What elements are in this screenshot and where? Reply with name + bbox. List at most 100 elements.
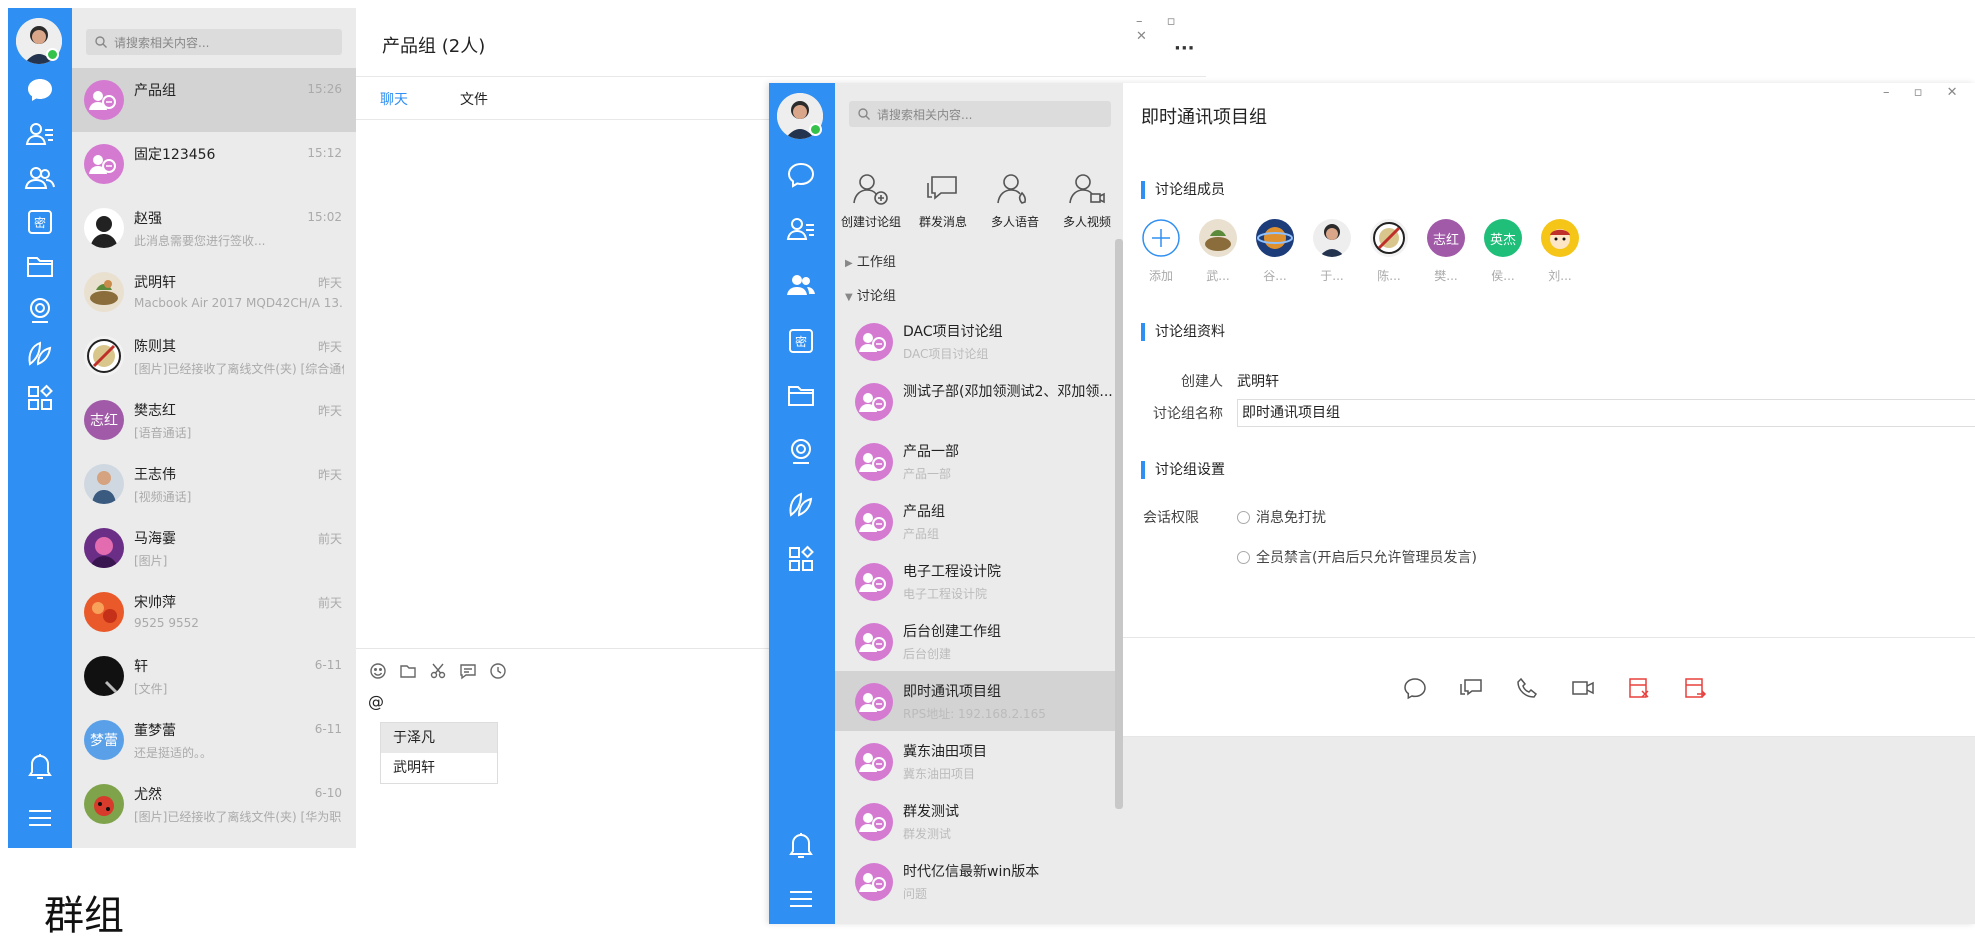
- notification-bell-icon[interactable]: [781, 825, 821, 865]
- messages-icon[interactable]: [781, 155, 821, 195]
- conversation-preview: 此消息需要您进行签收...: [134, 234, 266, 248]
- folder-icon[interactable]: [20, 246, 60, 286]
- tree-node-discussion[interactable]: ▼ 讨论组: [845, 285, 896, 304]
- group-item[interactable]: DAC项目讨论组 DAC项目讨论组: [835, 311, 1123, 371]
- screenshot-scissors-icon[interactable]: [428, 661, 448, 681]
- contacts-icon[interactable]: [781, 209, 821, 249]
- broadcast-icon[interactable]: [1457, 674, 1485, 702]
- contacts-icon[interactable]: [20, 114, 60, 154]
- secret-chat-icon[interactable]: 密: [20, 202, 60, 242]
- groups-icon[interactable]: [20, 158, 60, 198]
- exit-group-icon[interactable]: [1681, 674, 1709, 702]
- add-member-icon: [1142, 219, 1180, 257]
- window-controls[interactable]: – ▫ ✕: [1883, 85, 1967, 100]
- conversation-list: 请搜索相关内容... 产品组 15:26 固定123456 15:12 赵强 此消息需要您…: [72, 8, 356, 848]
- avatar: [84, 784, 124, 824]
- message-card-icon[interactable]: [458, 661, 478, 681]
- tab-chat[interactable]: 聊天: [380, 89, 408, 109]
- member-label: 谷...: [1263, 269, 1287, 283]
- conversation-item[interactable]: 产品组 15:26: [72, 68, 356, 132]
- phone-icon[interactable]: [1513, 674, 1541, 702]
- mention-option[interactable]: 于泽凡: [381, 723, 497, 753]
- avatar: [84, 272, 124, 312]
- emoji-icon[interactable]: [368, 661, 388, 681]
- groups-icon[interactable]: [781, 265, 821, 305]
- info-section-title: 讨论组资料: [1141, 323, 1225, 341]
- search-icon: [858, 108, 870, 120]
- group-item[interactable]: 测试子部(邓加领测试2、邓加领...: [835, 371, 1123, 431]
- group-preview: 电子工程设计院: [903, 587, 988, 601]
- member-item[interactable]: 英杰 侯...: [1483, 219, 1523, 284]
- messages-icon[interactable]: [20, 70, 60, 110]
- multi-video-button[interactable]: 多人视频: [1051, 169, 1123, 230]
- member-item[interactable]: 陈...: [1369, 219, 1409, 284]
- group-item[interactable]: 时代亿信最新win版本 问题: [835, 851, 1123, 911]
- group-avatar-icon: [855, 803, 893, 841]
- webcam-icon[interactable]: [781, 431, 821, 471]
- member-item[interactable]: 于...: [1312, 219, 1352, 284]
- more-button[interactable]: ···: [1174, 38, 1195, 59]
- group-name: 群发测试: [903, 804, 959, 820]
- conversation-item[interactable]: 尤然 [图片]已经接收了离线文件(夹) [华为职 6-10: [72, 772, 356, 836]
- conversation-item[interactable]: 陈则其 [图片]已经接收了离线文件(夹) [综合通信 昨天: [72, 324, 356, 388]
- broadcast-button[interactable]: 群发消息: [907, 169, 979, 230]
- create-group-icon: [853, 174, 888, 205]
- conversation-item[interactable]: 王志伟 [视频通话] 昨天: [72, 452, 356, 516]
- group-name-label: 讨论组名称: [1153, 406, 1223, 422]
- message-input[interactable]: @: [368, 692, 384, 711]
- group-item[interactable]: 后台创建工作组 后台创建: [835, 611, 1123, 671]
- radio-mute-all[interactable]: 全员禁言(开启后只允许管理员发言): [1237, 547, 1477, 567]
- menu-icon[interactable]: [781, 879, 821, 919]
- conversation-item[interactable]: 宋帅萍 9525 9552 前天: [72, 580, 356, 644]
- group-name: 测试子部(邓加领测试2、邓加领...: [903, 384, 1113, 400]
- history-clock-icon[interactable]: [488, 661, 508, 681]
- send-file-icon[interactable]: [398, 661, 418, 681]
- tab-files[interactable]: 文件: [460, 89, 488, 109]
- group-item[interactable]: 产品一部 产品一部: [835, 431, 1123, 491]
- group-item[interactable]: 产品组 产品组: [835, 491, 1123, 551]
- tree-node-workgroup[interactable]: ▶ 工作组: [845, 251, 896, 270]
- scrollbar[interactable]: [1115, 239, 1123, 809]
- search-box[interactable]: 请搜索相关内容...: [849, 101, 1111, 127]
- secret-chat-icon[interactable]: 密: [781, 321, 821, 361]
- chat-icon[interactable]: [1401, 674, 1429, 702]
- conversation-item[interactable]: 赵强 此消息需要您进行签收... 15:02: [72, 196, 356, 260]
- group-item[interactable]: 即时通讯项目组 RPS地址: 192.168.2.165: [835, 671, 1123, 731]
- conversation-item[interactable]: 固定123456 15:12: [72, 132, 356, 196]
- member-item[interactable]: 谷...: [1255, 219, 1295, 284]
- add-member-button[interactable]: 添加: [1141, 219, 1181, 284]
- radio-do-not-disturb[interactable]: 消息免打扰: [1237, 507, 1326, 527]
- notification-bell-icon[interactable]: [20, 746, 60, 786]
- apps-grid-icon[interactable]: [781, 539, 821, 579]
- group-name: 电子工程设计院: [903, 564, 1001, 580]
- group-name-input[interactable]: 即时通讯项目组: [1237, 399, 1975, 427]
- conversation-item[interactable]: 马海霎 [图片] 前天: [72, 516, 356, 580]
- group-item[interactable]: 冀东油田项目 冀东油田项目: [835, 731, 1123, 791]
- window-controls[interactable]: – ▫ ✕: [1136, 14, 1206, 44]
- conversation-item[interactable]: 梦蕾 董梦蕾 还是挺适的。。 6-11: [72, 708, 356, 772]
- conversation-name: 董梦蕾: [134, 723, 176, 739]
- member-item[interactable]: 志红 樊...: [1426, 219, 1466, 284]
- member-label: 添加: [1148, 269, 1173, 283]
- create-group-button[interactable]: 创建讨论组: [835, 169, 907, 230]
- menu-icon[interactable]: [20, 798, 60, 838]
- video-icon[interactable]: [1569, 674, 1597, 702]
- multi-voice-button[interactable]: 多人语音: [979, 169, 1051, 230]
- mention-option[interactable]: 武明轩: [381, 753, 497, 783]
- member-item[interactable]: 武...: [1198, 219, 1238, 284]
- conversation-preview: [图片]: [134, 554, 168, 568]
- leaf-app-icon[interactable]: [20, 334, 60, 374]
- member-item[interactable]: 刘...: [1540, 219, 1580, 284]
- group-item[interactable]: 电子工程设计院 电子工程设计院: [835, 551, 1123, 611]
- folder-icon[interactable]: [781, 375, 821, 415]
- group-name: 即时通讯项目组: [903, 684, 1001, 700]
- search-box[interactable]: 请搜索相关内容...: [86, 29, 342, 55]
- leaf-app-icon[interactable]: [781, 485, 821, 525]
- conversation-item[interactable]: 轩 [文件] 6-11: [72, 644, 356, 708]
- conversation-item[interactable]: 武明轩 Macbook Air 2017 MQD42CH/A 13. 昨天: [72, 260, 356, 324]
- group-item[interactable]: 群发测试 群发测试: [835, 791, 1123, 851]
- dismiss-group-icon[interactable]: [1625, 674, 1653, 702]
- webcam-icon[interactable]: [20, 290, 60, 330]
- apps-grid-icon[interactable]: [20, 378, 60, 418]
- conversation-item[interactable]: 志红 樊志红 [语音通话] 昨天: [72, 388, 356, 452]
